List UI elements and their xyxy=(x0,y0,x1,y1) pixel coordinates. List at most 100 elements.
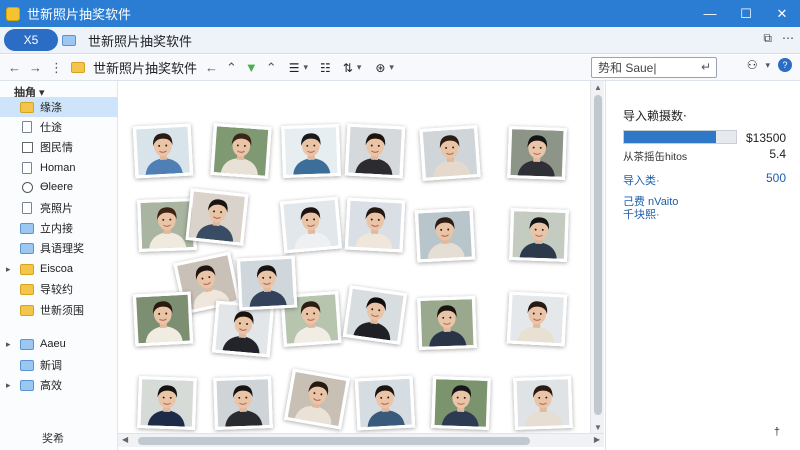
photo-26[interactable] xyxy=(513,376,573,430)
sidebar-item-label: 缘涤 xyxy=(40,102,62,114)
vertical-scroll-thumb[interactable] xyxy=(594,95,602,415)
back-arrow-icon[interactable]: ← xyxy=(8,60,21,75)
forward-arrow-icon[interactable]: → xyxy=(29,60,42,75)
portrait-image xyxy=(346,288,404,342)
filter-icon[interactable]: ⊛ xyxy=(375,61,385,75)
vertical-scrollbar[interactable]: ▲ ▼ xyxy=(590,81,604,434)
portrait-image xyxy=(420,299,474,347)
photo-19[interactable] xyxy=(506,291,568,347)
photo-10[interactable] xyxy=(344,197,406,253)
chevron-down-icon[interactable]: ▾ xyxy=(389,62,394,73)
sidebar-item-4[interactable]: Homan xyxy=(0,158,118,178)
sidebar-item-3[interactable]: 图民情 xyxy=(0,137,118,157)
grid-icon xyxy=(22,141,33,153)
view-options: ☰ ▾ ☷ ⇅ ▾ ⊛ ▾ xyxy=(289,61,394,75)
doc-icon xyxy=(22,162,32,174)
photo-9[interactable] xyxy=(279,196,343,254)
photo-23[interactable] xyxy=(283,368,351,430)
tab-pill-button[interactable]: X5 xyxy=(4,29,58,51)
photo-5[interactable] xyxy=(419,125,481,181)
photo-8[interactable] xyxy=(185,188,249,246)
window-controls: — ☐ ✕ xyxy=(692,0,800,27)
portrait-image xyxy=(140,379,194,427)
expand-arrow-icon[interactable]: ▸ xyxy=(6,380,16,391)
photo-18[interactable] xyxy=(417,296,477,350)
sidebar-item-label: 图民情 xyxy=(40,142,73,154)
photo-2[interactable] xyxy=(210,123,272,179)
details-view-icon[interactable]: ☷ xyxy=(320,61,331,75)
up-chevron-icon[interactable]: ⌃ xyxy=(226,60,237,76)
portrait-image xyxy=(216,379,270,427)
sidebar-item-12[interactable]: ▸ Aaeu xyxy=(0,334,118,354)
scroll-left-icon[interactable]: ◀ xyxy=(122,435,128,444)
portrait-image xyxy=(348,200,402,250)
photo-1[interactable] xyxy=(132,123,194,179)
clock-icon xyxy=(22,181,33,193)
close-button[interactable]: ✕ xyxy=(764,0,800,27)
photo-14[interactable] xyxy=(132,291,194,347)
horizontal-scroll-thumb[interactable] xyxy=(138,437,530,445)
scroll-right-icon[interactable]: ▶ xyxy=(594,435,600,444)
chevron-down-icon[interactable]: ▾ xyxy=(357,62,362,73)
photo-20[interactable] xyxy=(236,255,298,311)
tab-title[interactable]: 世新照片抽奖软件 xyxy=(88,31,192,50)
search-input[interactable]: 势和 Saue| ↵ xyxy=(591,57,717,78)
app-icon xyxy=(6,6,20,21)
photo-12[interactable] xyxy=(509,208,569,262)
chevron-down-icon[interactable]: ▾ xyxy=(765,60,770,71)
minimize-button[interactable]: — xyxy=(692,0,728,27)
blue-icon xyxy=(20,359,34,371)
scroll-up-icon[interactable]: ▲ xyxy=(593,83,603,92)
expand-arrow-icon[interactable]: ▸ xyxy=(6,264,16,275)
sidebar-item-14[interactable]: ▸ 高效 xyxy=(0,375,118,395)
list-view-icon[interactable]: ☰ xyxy=(289,61,300,75)
maximize-button[interactable]: ☐ xyxy=(728,0,764,27)
portrait-image xyxy=(358,378,412,428)
window-title: 世新照片抽奖软件 xyxy=(27,8,132,23)
sidebar-item-11[interactable]: 世新须围 xyxy=(0,300,118,320)
scroll-down-icon[interactable]: ▼ xyxy=(593,423,603,432)
portrait-image xyxy=(418,210,472,260)
help-icon[interactable]: ? xyxy=(778,58,792,72)
address-path[interactable]: 世新照片抽奖软件 xyxy=(93,58,197,77)
sidebar-item-7[interactable]: 立内接 xyxy=(0,218,118,238)
portrait-image xyxy=(283,199,339,251)
photo-21[interactable] xyxy=(137,376,197,430)
photo-3[interactable] xyxy=(281,124,341,178)
photo-22[interactable] xyxy=(213,376,273,430)
sidebar-item-13[interactable]: 新调 xyxy=(0,355,118,375)
sort-up-icon[interactable]: ⌃ xyxy=(266,60,277,76)
new-folder-icon[interactable]: ▼ xyxy=(245,60,258,75)
photo-24[interactable] xyxy=(354,375,416,431)
import-title: 导入赖摄数· xyxy=(623,109,687,123)
sidebar-item-10[interactable]: 导较约 xyxy=(0,279,118,299)
stat-label-2[interactable]: 导入类· xyxy=(623,172,660,188)
panel-corner-mark: † xyxy=(773,426,780,438)
sidebar-item-9[interactable]: ▸ Eiscoa xyxy=(0,259,118,279)
sort-icon[interactable]: ⇅ xyxy=(343,61,353,75)
photo-11[interactable] xyxy=(414,207,476,263)
expand-arrow-icon[interactable]: ▸ xyxy=(6,339,16,350)
photo-4[interactable] xyxy=(344,123,406,179)
sidebar-item-2[interactable]: 仕途 xyxy=(0,117,118,137)
tab-bar-actions: ⧉ ⋯ xyxy=(763,31,794,46)
sidebar-item-8[interactable]: 具语理奖 xyxy=(0,238,118,258)
layout-icon[interactable]: ⧉ xyxy=(763,31,772,46)
search-icon[interactable]: ↵ xyxy=(701,60,711,74)
photo-17[interactable] xyxy=(342,285,408,345)
back-small-icon[interactable]: ← xyxy=(205,60,218,75)
photo-6[interactable] xyxy=(507,126,567,180)
user-icon[interactable]: ⚇ xyxy=(747,58,758,72)
more-icon[interactable]: ⋯ xyxy=(782,31,794,46)
sidebar-item-1[interactable]: 缘涤 xyxy=(0,97,118,117)
chevron-down-icon[interactable]: ▾ xyxy=(303,62,308,73)
sidebar-item-5[interactable]: Ɵleere xyxy=(0,177,118,197)
photo-25[interactable] xyxy=(431,376,491,430)
blue-icon xyxy=(20,242,34,254)
portrait-image xyxy=(516,379,570,427)
horizontal-scrollbar[interactable]: ◀ ▶ xyxy=(118,433,604,447)
portrait-image xyxy=(287,371,347,427)
stat-label-4[interactable]: 千块熙· xyxy=(623,206,660,222)
sidebar-item-6[interactable]: 亮照片 xyxy=(0,198,118,218)
sidebar-footer[interactable]: 奖希 xyxy=(42,430,64,446)
